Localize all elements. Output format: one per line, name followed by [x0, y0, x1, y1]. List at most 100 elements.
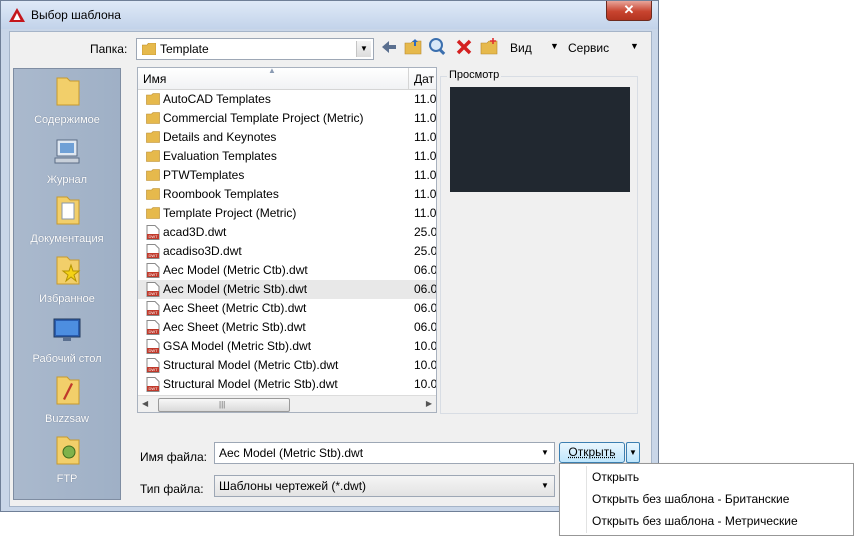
menu-item-open-metric[interactable]: Открыть без шаблона - Метрические — [592, 514, 798, 528]
file-list[interactable]: ▲ Имя Дат AutoCAD Templates 11.0 Commercia… — [137, 67, 437, 413]
filetype-dropdown[interactable]: Шаблоны чертежей (*.dwt) ▼ — [214, 475, 555, 497]
folder-icon — [146, 112, 160, 124]
horizontal-scrollbar[interactable]: ◀ ||| ▶ — [138, 395, 436, 412]
svg-text:DWT: DWT — [148, 310, 158, 315]
file-row[interactable]: DWT acad3D.dwt 25.0 — [138, 223, 436, 242]
scroll-thumb[interactable]: ||| — [158, 398, 290, 412]
new-folder-icon[interactable] — [479, 37, 499, 57]
file-name: Details and Keynotes — [163, 130, 277, 144]
file-date: 25.0 — [414, 244, 437, 258]
file-row[interactable]: DWT Structural Model (Metric Ctb).dwt 10.0 — [138, 356, 436, 375]
file-date: 10.0 — [414, 377, 437, 391]
file-row[interactable]: PTWTemplates 11.0 — [138, 166, 436, 185]
column-name-header[interactable]: Имя — [143, 72, 166, 86]
dwt-file-icon: DWT — [146, 301, 160, 316]
filename-input[interactable]: Aec Model (Metric Stb).dwt ▼ — [214, 442, 555, 464]
file-date: 11.0 — [414, 206, 437, 220]
file-row[interactable]: Template Project (Metric) 11.0 — [138, 204, 436, 223]
preview-image — [450, 87, 630, 192]
file-row[interactable]: Commercial Template Project (Metric) 11.0 — [138, 109, 436, 128]
open-button[interactable]: Открыть — [559, 442, 625, 463]
file-name: Evaluation Templates — [163, 149, 277, 163]
file-row[interactable]: DWT acadiso3D.dwt 25.0 — [138, 242, 436, 261]
menu-item-open[interactable]: Открыть — [592, 470, 639, 484]
chevron-down-icon[interactable]: ▼ — [538, 478, 552, 494]
file-row[interactable]: DWT Aec Model (Metric Stb).dwt 06.0 — [138, 280, 436, 299]
close-button[interactable]: ✕ — [606, 1, 652, 21]
file-date: 10.0 — [414, 339, 437, 353]
file-name: acad3D.dwt — [163, 225, 227, 239]
folder-dropdown[interactable]: Template ▼ — [136, 38, 374, 60]
place-favorites[interactable]: Избранное — [14, 253, 120, 305]
folder-icon — [146, 150, 160, 162]
window-title: Выбор шаблона — [31, 8, 121, 22]
place-label: Содержимое — [34, 114, 100, 126]
scroll-left-icon[interactable]: ◀ — [142, 399, 148, 408]
file-date: 10.0 — [414, 358, 437, 372]
folder-icon — [146, 93, 160, 105]
chevron-down-icon[interactable]: ▼ — [356, 41, 371, 57]
place-label: Журнал — [46, 174, 88, 186]
chevron-down-icon[interactable]: ▼ — [538, 445, 552, 461]
file-row[interactable]: DWT Aec Sheet (Metric Ctb).dwt 06.0 — [138, 299, 436, 318]
scroll-right-icon[interactable]: ▶ — [426, 399, 432, 408]
tools-menu[interactable]: Сервис — [568, 41, 609, 55]
place-desktop[interactable]: Рабочий стол — [14, 313, 120, 365]
place-label: FTP — [56, 473, 78, 485]
place-documents[interactable]: Документация — [14, 193, 120, 245]
search-web-icon[interactable] — [428, 37, 448, 57]
dwt-file-icon: DWT — [146, 225, 160, 240]
open-options-dropdown[interactable]: ▼ — [626, 442, 640, 463]
file-date: 11.0 — [414, 168, 437, 182]
open-options-menu: Открыть Открыть без шаблона - Британские… — [559, 463, 854, 536]
documents-icon — [56, 196, 80, 225]
place-buzzsaw[interactable]: Buzzsaw — [14, 373, 120, 425]
back-icon[interactable] — [379, 37, 399, 57]
place-label: Рабочий стол — [32, 353, 102, 365]
file-name: Aec Model (Metric Stb).dwt — [163, 282, 308, 296]
file-date: 11.0 — [414, 149, 437, 163]
svg-text:DWT: DWT — [148, 291, 158, 296]
up-folder-icon[interactable] — [403, 37, 423, 57]
dwt-file-icon: DWT — [146, 320, 160, 335]
file-date: 06.0 — [414, 301, 437, 315]
file-name: Structural Model (Metric Stb).dwt — [163, 377, 338, 391]
svg-text:DWT: DWT — [148, 348, 158, 353]
title-bar[interactable]: Выбор шаблона ✕ — [1, 1, 658, 29]
dwt-file-icon: DWT — [146, 358, 160, 373]
file-row[interactable]: DWT GSA Model (Metric Stb).dwt 10.0 — [138, 337, 436, 356]
places-bar: Содержимое Журнал Документация Избранное… — [13, 68, 121, 500]
dwt-file-icon: DWT — [146, 339, 160, 354]
file-date: 11.0 — [414, 111, 437, 125]
file-row[interactable]: AutoCAD Templates 11.0 — [138, 90, 436, 109]
column-date-header[interactable]: Дат — [414, 72, 434, 86]
svg-text:DWT: DWT — [148, 234, 158, 239]
file-name: AutoCAD Templates — [163, 92, 271, 106]
file-name: acadiso3D.dwt — [163, 244, 242, 258]
file-row[interactable]: Roombook Templates 11.0 — [138, 185, 436, 204]
menu-item-open-imperial[interactable]: Открыть без шаблона - Британские — [592, 492, 789, 506]
place-ftp[interactable]: FTP — [14, 433, 120, 485]
file-name: Commercial Template Project (Metric) — [163, 111, 364, 125]
column-divider[interactable] — [408, 68, 409, 89]
menu-gutter — [586, 466, 587, 533]
history-icon — [54, 139, 80, 164]
place-content[interactable]: Содержимое — [14, 74, 120, 126]
file-name: Aec Model (Metric Ctb).dwt — [163, 263, 308, 277]
folder-icon — [142, 43, 156, 55]
file-row[interactable]: Details and Keynotes 11.0 — [138, 128, 436, 147]
tools-dropdown-icon[interactable]: ▼ — [630, 41, 639, 51]
file-row[interactable]: Evaluation Templates 11.0 — [138, 147, 436, 166]
place-history[interactable]: Журнал — [14, 134, 120, 186]
file-row[interactable]: DWT Aec Sheet (Metric Stb).dwt 06.0 — [138, 318, 436, 337]
dwt-file-icon: DWT — [146, 244, 160, 259]
view-menu[interactable]: Вид — [510, 41, 532, 55]
folder-icon — [146, 188, 160, 200]
svg-text:DWT: DWT — [148, 272, 158, 277]
delete-icon[interactable] — [454, 37, 474, 57]
dwt-file-icon: DWT — [146, 282, 160, 297]
file-row[interactable]: DWT Aec Model (Metric Ctb).dwt 06.0 — [138, 261, 436, 280]
view-dropdown-icon[interactable]: ▼ — [550, 41, 559, 51]
file-row[interactable]: DWT Structural Model (Metric Stb).dwt 10.0 — [138, 375, 436, 394]
svg-text:DWT: DWT — [148, 367, 158, 372]
